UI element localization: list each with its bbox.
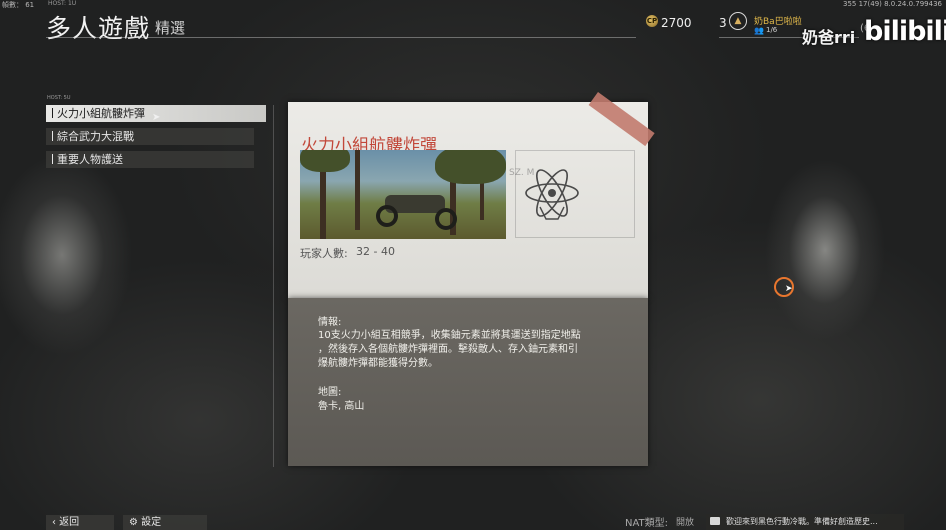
settings-button[interactable]: ⚙ 設定 [123,515,207,530]
tree-trunk [355,150,360,230]
mode-card-details [288,298,648,466]
fps-counter: 幀數： 61 [2,1,35,9]
nat-type-label: NAT類型: [625,518,669,529]
menu-item-label: 重要人物護送 [57,153,123,166]
page-title: 多人遊戲 [46,14,151,43]
intel-text-line: ，然後存入各個航髏炸彈裡面。擊殺敵人、存入鈾元素和引 [318,344,578,355]
bilibili-watermark: bilibili [864,16,946,47]
intel-label: 情報: [318,317,342,328]
map-label: 地圖: [318,387,342,398]
tree-canopy [300,150,350,172]
menu-host-label: HOST: 5U [47,95,71,101]
menu-item-vip-escort[interactable]: 重要人物護送 [46,151,254,168]
player-level: 3 [719,16,727,30]
player-count-label: 玩家人數: [300,247,348,260]
uranium-atom-icon [525,169,579,220]
host-label: HOST: 1U [48,0,77,7]
menu-item-label: 綜合武力大混戰 [57,130,134,143]
channel-watermark: 奶爸rri [802,28,856,47]
mode-preview-image [300,150,506,239]
menu-item-marker [52,131,53,141]
player-count-value: 32 - 40 [356,245,395,258]
mouse-pointer-icon: ➤ [785,284,793,294]
news-ticker[interactable]: 歡迎來到黑色行動冷戰。準備好創造歷史... [706,514,904,530]
map-value: 魯卡, 高山 [318,401,365,412]
party-icon: 👥 [754,26,764,35]
motorcycle-wheel [435,208,457,230]
menu-item-combined-arms[interactable]: 綜合武力大混戰 [46,128,254,145]
menu-item-marker [52,108,53,118]
game-screen: 幀數： 61 HOST: 1U 355 17(49) 8.0.24.0.7994… [0,0,946,530]
party-count: 1/6 [766,26,778,34]
menu-item-label: 火力小組航髏炸彈 [57,107,145,120]
tree-canopy [435,150,506,184]
menu-divider [273,105,274,467]
nat-type-value: 開放 [676,518,695,528]
menu-item-marker [52,154,53,164]
intel-text-line: 10支火力小組互相競爭，收集鈾元素並將其運送到指定地點 [318,330,581,341]
message-icon [710,517,720,525]
motorcycle-wheel [376,205,398,227]
mouse-pointer-icon: ➤ [152,112,161,123]
rank-emblem-icon[interactable]: ▲ [729,12,747,30]
cod-points-icon: CP [646,15,658,27]
build-info: 355 17(49) 8.0.24.0.799436 [843,0,942,8]
cod-points-value: 2700 [661,16,692,30]
header-divider [46,37,636,38]
intel-text-line: 爆航髏炸彈都能獲得分數。 [318,358,438,369]
back-button[interactable]: ‹ 返回 [46,515,114,530]
page-subtitle: 精選 [155,19,186,37]
